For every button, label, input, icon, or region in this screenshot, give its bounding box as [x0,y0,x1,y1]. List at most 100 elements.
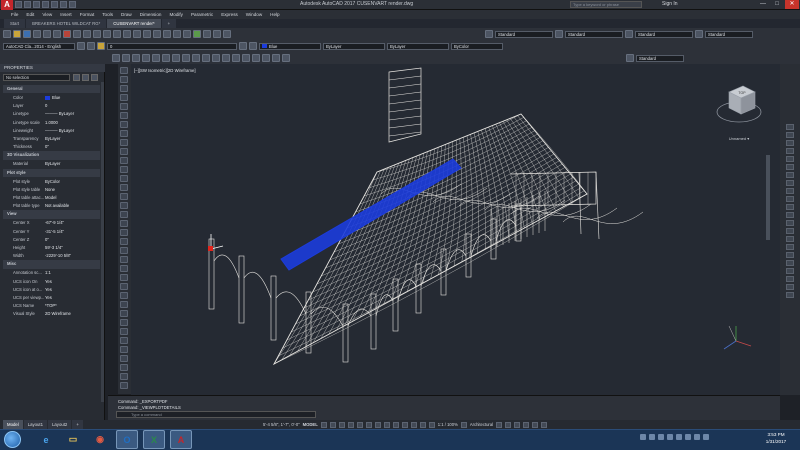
property-value[interactable]: 59'-3 1/4" [45,244,100,252]
menu-help[interactable]: Help [267,10,282,19]
modify-tool-icon[interactable] [786,268,794,274]
command-input[interactable]: Type a command [116,411,316,418]
layer-previous-icon[interactable] [249,42,257,50]
table-icon[interactable] [272,54,280,62]
property-row[interactable]: Transparency ByLayer [3,135,100,143]
quick-properties-icon[interactable] [496,421,503,428]
search-input[interactable]: Type a keyword or phrase [570,1,642,8]
insert-tool-icon[interactable] [120,166,128,173]
property-category[interactable]: General [3,85,100,94]
add-selected-tool-icon[interactable] [120,238,128,245]
menu-view[interactable]: View [39,10,55,19]
property-value[interactable]: 1.0000 [45,119,100,127]
auto-scale-icon[interactable] [428,421,435,428]
modify-tool-icon[interactable] [786,292,794,298]
property-value[interactable]: -67'-9 1/4" [45,219,100,227]
erase-tool-icon[interactable] [120,247,128,254]
make-current-icon[interactable] [239,42,247,50]
array-tool-icon[interactable] [120,283,128,290]
extend-tool-icon[interactable] [120,337,128,344]
dim-style-dropdown[interactable]: Standard [565,30,623,38]
property-row[interactable]: Plot style ByColor [3,178,100,186]
explode-tool-icon[interactable] [120,382,128,389]
table-tool-icon[interactable] [120,220,128,227]
taskbar-excel-icon[interactable]: X [143,430,165,449]
coordinates-readout[interactable]: 5'-4 5/8", 1'-7", 0'-0" [263,422,300,427]
zoom-previous-icon[interactable] [153,30,161,38]
taskbar-chrome-icon[interactable]: ◉ [89,430,111,449]
property-value[interactable]: ——— ByLayer [45,110,100,118]
modify-tool-icon[interactable] [786,220,794,226]
menu-file[interactable]: File [8,10,21,19]
maximize-button[interactable]: □ [770,0,784,9]
construction-line-icon[interactable] [122,54,130,62]
property-value[interactable]: Not available [45,202,100,210]
property-row[interactable]: Plot table type Not available [3,202,100,210]
tray-app-icon-3[interactable] [667,434,673,440]
workspace-switch-icon[interactable] [460,421,467,428]
property-row[interactable]: Center Z 0" [3,236,100,244]
property-row[interactable]: Layer 0 [3,102,100,110]
save-as-icon[interactable] [42,1,49,8]
flag-icon[interactable] [685,434,691,440]
selection-cycling-icon[interactable] [392,421,399,428]
clean-screen-icon[interactable] [532,421,539,428]
match-properties-icon[interactable] [93,30,101,38]
menu-edit[interactable]: Edit [23,10,37,19]
color-dropdown[interactable]: Blue [259,42,321,50]
sheet-set-icon[interactable] [193,30,201,38]
select-objects-icon[interactable] [82,74,89,81]
mirror-tool-icon[interactable] [120,265,128,272]
gradient-icon[interactable] [252,54,260,62]
modify-tool-icon[interactable] [786,164,794,170]
undo-icon[interactable] [60,1,67,8]
toggle-pickadd-icon[interactable] [73,74,80,81]
layer-properties-icon[interactable] [87,42,95,50]
workspace-settings-icon[interactable] [77,42,85,50]
polygon-icon[interactable] [142,54,150,62]
tab-breakers-hotel[interactable]: BREAKERS HOTEL WILDCAT RG* [26,19,107,28]
modify-tool-icon[interactable] [786,156,794,162]
taskbar-explorer-icon[interactable]: ▭ [62,430,84,449]
circle-icon[interactable] [172,54,180,62]
selection-dropdown[interactable]: No selection [3,74,70,81]
preview-icon[interactable] [43,30,51,38]
tray-app-icon-4[interactable] [676,434,682,440]
units-readout[interactable]: Architectural [470,422,493,427]
modify-tool-icon[interactable] [786,148,794,154]
property-value[interactable]: 2D Wireframe [45,310,100,318]
taskbar-outlook-icon[interactable]: O [116,430,138,449]
quickcalc-icon[interactable] [213,30,221,38]
property-row[interactable]: Height 59'-3 1/4" [3,244,100,252]
start-button[interactable] [4,431,21,448]
linetype-dropdown[interactable]: ByLayer [323,42,385,50]
hardware-acceleration-icon[interactable] [523,421,530,428]
osnap-icon[interactable] [356,421,363,428]
move-tool-icon[interactable] [120,292,128,299]
menu-parametric[interactable]: Parametric [188,10,216,19]
help-icon[interactable] [223,30,231,38]
construction-line-tool-icon[interactable] [120,76,128,83]
design-center-icon[interactable] [173,30,181,38]
paste-icon[interactable] [83,30,91,38]
property-value[interactable]: 0 [45,102,100,110]
isolate-objects-icon[interactable] [514,421,521,428]
lineweight-icon[interactable] [374,421,381,428]
property-row[interactable]: Thickness 0" [3,143,100,151]
polyline-icon[interactable] [132,54,140,62]
point-tool-icon[interactable] [120,184,128,191]
rectangle-tool-icon[interactable] [120,103,128,110]
insert-block-icon[interactable] [212,54,220,62]
network-icon[interactable] [694,434,700,440]
property-value[interactable]: ByLayer [45,135,100,143]
system-clock[interactable]: 3:53 PM 1/31/2017 [756,431,796,445]
property-category[interactable]: Misc [3,260,100,269]
block-tool-icon[interactable] [120,175,128,182]
property-row[interactable]: Annotation sc... 1:1 [3,269,100,277]
tab-layout2[interactable]: Layout2 [48,420,72,429]
revision-cloud-icon[interactable] [182,54,190,62]
multiline-text-icon[interactable] [282,54,290,62]
spline-tool-icon[interactable] [120,139,128,146]
properties-icon[interactable] [163,30,171,38]
tray-arrow-icon[interactable] [640,434,646,440]
